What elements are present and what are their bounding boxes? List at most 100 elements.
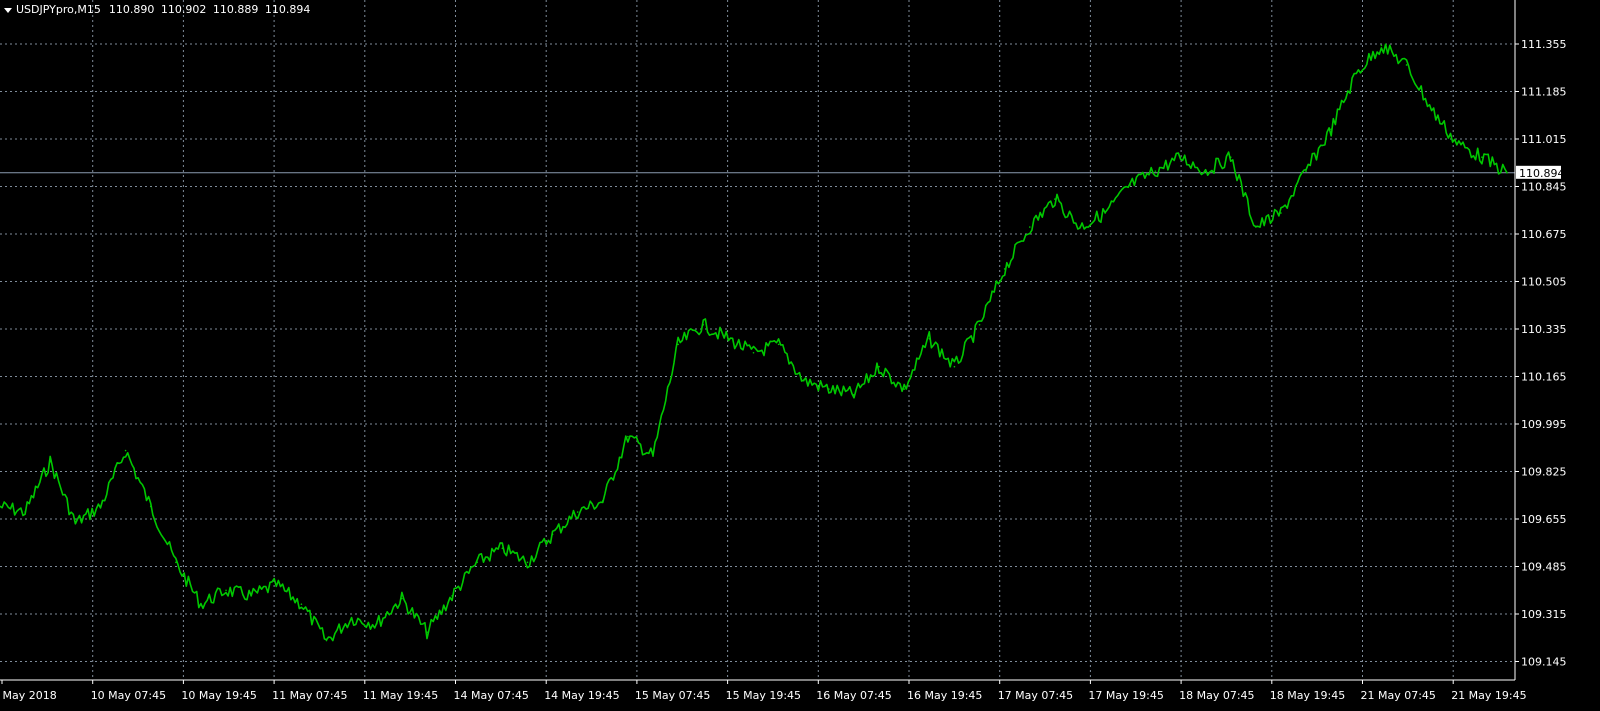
price-axis-label: 111.015 — [1521, 133, 1567, 146]
price-point — [476, 561, 479, 564]
open-price: 110.890 — [108, 3, 155, 16]
price-axis-label: 110.675 — [1521, 228, 1567, 241]
price-axis-label: 109.655 — [1521, 513, 1567, 526]
price-point — [652, 455, 654, 457]
time-axis-label: 15 May 07:45 — [635, 689, 710, 702]
time-axis-label: 17 May 07:45 — [998, 689, 1073, 702]
price-point — [1028, 226, 1031, 228]
price-point — [401, 597, 403, 600]
time-axis-label: 18 May 19:45 — [1270, 689, 1345, 702]
price-point — [551, 533, 554, 536]
time-axis-label: 11 May 19:45 — [363, 689, 438, 702]
price-axis-label: 111.185 — [1521, 86, 1567, 99]
price-axis-label: 110.505 — [1521, 276, 1567, 289]
price-point — [325, 639, 328, 642]
price-point — [1255, 226, 1257, 228]
price-point — [928, 337, 931, 340]
price-point — [74, 522, 77, 524]
price-point — [451, 595, 453, 597]
close-price: 110.894 — [264, 3, 311, 16]
price-point — [1104, 212, 1106, 214]
low-price: 110.889 — [212, 3, 259, 16]
price-point — [602, 500, 604, 502]
price-point — [225, 589, 227, 592]
price-axis-label: 109.485 — [1521, 561, 1567, 574]
price-point — [1430, 108, 1433, 111]
symbol-timeframe-label: USDJPYpro,M15 — [16, 3, 101, 16]
price-point — [526, 561, 529, 564]
price-point — [300, 603, 303, 606]
price-point — [1204, 170, 1207, 172]
time-axis-label: 10 May 07:45 — [91, 689, 166, 702]
time-axis-label: 14 May 07:45 — [454, 689, 529, 702]
price-point — [727, 337, 730, 340]
time-axis-label: 17 May 19:45 — [1088, 689, 1163, 702]
time-axis-label: 11 May 07:45 — [272, 689, 347, 702]
price-point — [1003, 268, 1006, 270]
price-point — [250, 595, 252, 597]
price-point — [677, 343, 679, 346]
price-axis-label: 109.995 — [1521, 418, 1567, 431]
price-series-layer — [0, 43, 1508, 642]
price-point — [1154, 170, 1157, 172]
price-point — [1380, 44, 1383, 47]
price-point — [200, 603, 202, 606]
time-axis-label: 18 May 07:45 — [1179, 689, 1254, 702]
price-point — [1506, 172, 1508, 174]
price-point — [1129, 184, 1132, 186]
price-axis-label: 110.165 — [1521, 371, 1567, 384]
time-axis-label: 9 May 2018 — [0, 689, 57, 702]
price-point — [1481, 156, 1483, 158]
price-point — [375, 622, 378, 625]
price-point — [576, 511, 579, 513]
dropdown-triangle-icon[interactable] — [4, 7, 12, 13]
price-point — [350, 617, 353, 619]
price-point — [1355, 72, 1358, 75]
price-axis-label: 110.845 — [1521, 181, 1567, 194]
price-point — [1054, 198, 1056, 200]
price-point — [501, 547, 504, 550]
symbol-header: USDJPYpro,M15 110.890 110.902 110.889 11… — [3, 3, 313, 17]
price-point — [1330, 128, 1332, 131]
time-axis-label: 10 May 19:45 — [181, 689, 256, 702]
price-point — [275, 583, 278, 586]
price-axis-label: 109.145 — [1521, 656, 1567, 669]
time-axis-label: 15 May 19:45 — [726, 689, 801, 702]
price-axis-label: 109.315 — [1521, 608, 1567, 621]
price-point — [99, 505, 102, 508]
chart-window[interactable]: 111.355 111.185 111.015 110.845 110.675 110.5… — [0, 0, 1600, 711]
chart-grid — [0, 0, 1515, 680]
price-point — [49, 460, 52, 463]
price-point — [1229, 156, 1232, 158]
chart-axes: 111.355 111.185 111.015 110.845 110.675 110.5… — [0, 0, 1567, 702]
current-price-label: 110.894 — [1519, 167, 1565, 180]
price-point — [828, 388, 830, 390]
price-point — [777, 343, 780, 346]
time-axis-label: 14 May 19:45 — [544, 689, 619, 702]
price-point — [1455, 142, 1458, 144]
price-point — [853, 393, 855, 396]
price-line — [0, 43, 1508, 642]
price-point — [953, 365, 956, 368]
price-point — [978, 324, 981, 326]
price-point — [1305, 170, 1307, 172]
high-price: 110.902 — [160, 3, 207, 16]
time-axis-label: 16 May 19:45 — [907, 689, 982, 702]
price-point — [124, 449, 127, 452]
time-axis-label: 21 May 19:45 — [1451, 689, 1526, 702]
price-point — [149, 505, 152, 508]
price-axis-label: 109.825 — [1521, 466, 1567, 479]
price-point — [702, 324, 705, 326]
price-point — [1405, 64, 1408, 66]
price-point — [802, 379, 805, 382]
price-point — [752, 351, 755, 354]
price-chart[interactable]: 111.355 111.185 111.015 110.845 110.675 110.5… — [0, 0, 1600, 711]
price-point — [175, 561, 177, 564]
price-point — [1280, 212, 1282, 214]
price-point — [627, 435, 629, 438]
price-point — [1079, 226, 1081, 228]
price-point — [24, 511, 26, 513]
price-point — [426, 631, 428, 633]
time-axis-label: 16 May 07:45 — [816, 689, 891, 702]
ohlc-readout: 110.890 110.902 110.889 110.894 — [109, 3, 314, 17]
